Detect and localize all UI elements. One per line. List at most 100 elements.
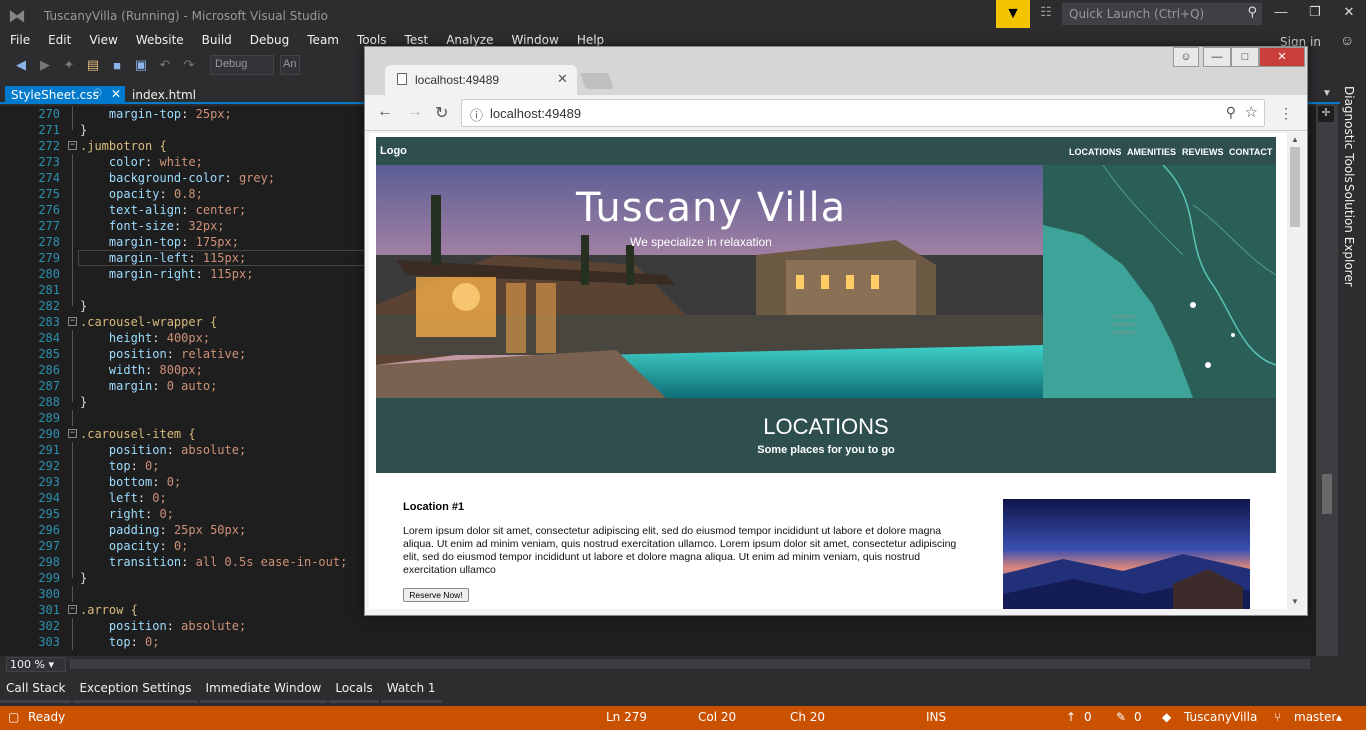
nav-link-reviews[interactable]: REVIEWS — [1182, 147, 1224, 157]
tab-overflow-icon[interactable]: ▼ — [1322, 88, 1332, 99]
collapse-icon[interactable]: − — [68, 317, 77, 326]
repository-icon[interactable]: ◆ — [1162, 710, 1171, 724]
menu-debug[interactable]: Debug — [240, 31, 297, 51]
pending-changes[interactable]: 0 — [1134, 710, 1142, 724]
editor-horizontal-scrollbar[interactable] — [70, 659, 1310, 669]
hero-subtitle: We specialize in relaxation — [630, 235, 772, 249]
page-icon — [397, 73, 407, 85]
nav-link-locations[interactable]: LOCATIONS — [1069, 147, 1121, 157]
status-project[interactable]: TuscanyVilla — [1184, 710, 1257, 724]
browser-menu-icon[interactable]: ⋮ — [1279, 105, 1293, 122]
line-number: 281 — [38, 283, 60, 297]
branch-icon[interactable]: ⑂ — [1274, 710, 1281, 724]
tab-watch-1[interactable]: Watch 1 — [380, 675, 442, 703]
navigate-forward-icon[interactable]: ▶ — [36, 57, 54, 73]
menu-build[interactable]: Build — [192, 31, 240, 51]
outline-guide — [72, 346, 73, 362]
editor-vertical-scrollbar[interactable] — [1316, 104, 1338, 656]
code-text: font-size: 32px; — [108, 219, 225, 233]
code-text: color: white; — [108, 155, 203, 169]
code-line[interactable]: 302 position: absolute; — [0, 618, 1338, 634]
new-tab-button[interactable] — [580, 73, 614, 89]
page-scrollbar-thumb[interactable] — [1290, 147, 1300, 227]
browser-maximize-button[interactable]: □ — [1231, 47, 1259, 67]
menu-team[interactable]: Team — [297, 31, 347, 51]
forward-icon[interactable]: → — [407, 103, 423, 121]
line-number: 270 — [38, 107, 60, 121]
browser-tab[interactable]: localhost:49489 ✕ — [385, 65, 577, 95]
info-icon[interactable]: ⓘ — [470, 105, 483, 124]
reload-icon[interactable]: ↻ — [435, 103, 448, 123]
collapse-icon[interactable]: − — [68, 429, 77, 438]
status-insert-mode: INS — [926, 710, 947, 724]
outline-guide — [72, 538, 73, 554]
menu-edit[interactable]: Edit — [38, 31, 79, 51]
page-scrollbar[interactable]: ▲ ▼ — [1287, 133, 1303, 609]
navigate-back-icon[interactable]: ◀ — [12, 57, 30, 73]
tab-immediate-window[interactable]: Immediate Window — [199, 675, 328, 703]
tab-stylesheet-css[interactable]: StyleSheet.css ☉ ✕ — [5, 86, 125, 104]
tab-diagnostic-tools[interactable]: Diagnostic Tools — [1342, 86, 1356, 183]
status-branch[interactable]: master — [1294, 710, 1336, 724]
scroll-up-icon[interactable]: ▲ — [1291, 135, 1299, 144]
back-icon[interactable]: ← — [377, 103, 393, 121]
undo-icon[interactable]: ↶ — [156, 57, 174, 73]
browser-minimize-button[interactable]: — — [1203, 47, 1231, 67]
quick-launch-input[interactable]: Quick Launch (Ctrl+Q) ⚲ — [1062, 3, 1262, 25]
save-icon[interactable]: ■ — [108, 58, 126, 73]
tab-exception-settings[interactable]: Exception Settings — [73, 675, 198, 703]
menu-view[interactable]: View — [79, 31, 125, 51]
split-editor-icon[interactable]: ✛ — [1318, 106, 1334, 122]
maximize-button[interactable]: ❐ — [1300, 4, 1330, 24]
outline-guide — [72, 282, 73, 298]
site-logo[interactable]: Logo — [380, 145, 407, 157]
address-bar[interactable]: ⓘ localhost:49489 ⚲ ☆ — [461, 99, 1265, 127]
outline-guide — [72, 298, 73, 306]
code-text: .jumbotron { — [80, 139, 167, 153]
close-button[interactable]: ✕ — [1334, 4, 1364, 24]
reserve-now-button[interactable]: Reserve Now! — [403, 588, 469, 602]
close-tab-icon[interactable]: ✕ — [557, 71, 568, 87]
close-tab-icon[interactable]: ✕ — [111, 87, 121, 101]
pencil-icon[interactable]: ✎ — [1116, 710, 1126, 724]
bookmark-star-icon[interactable]: ☆ — [1245, 103, 1258, 121]
pin-icon[interactable]: ☉ — [93, 88, 102, 99]
redo-icon[interactable]: ↷ — [180, 57, 198, 73]
feedback-icon[interactable]: ☷ — [1036, 4, 1056, 24]
tab-locals[interactable]: Locals — [329, 675, 379, 703]
line-number: 280 — [38, 267, 60, 281]
tab-solution-explorer[interactable]: Solution Explorer — [1342, 184, 1356, 287]
nav-link-contact[interactable]: CONTACT — [1229, 147, 1272, 157]
line-number: 272 — [38, 139, 60, 153]
scrollbar-thumb[interactable] — [1322, 474, 1332, 514]
map-panel[interactable] — [1043, 165, 1276, 398]
account-icon[interactable]: ☺ — [1340, 32, 1360, 52]
browser-window: localhost:49489 ✕ ☺ — □ ✕ ← → ↻ ⓘ localh… — [364, 46, 1308, 616]
nav-link-amenities[interactable]: AMENITIES — [1127, 147, 1176, 157]
open-file-icon[interactable]: ▤ — [84, 57, 102, 73]
tab-call-stack[interactable]: Call Stack — [0, 675, 72, 703]
new-project-icon[interactable]: ✦ — [60, 57, 78, 73]
outline-guide — [72, 122, 73, 130]
locations-section-header: LOCATIONS Some places for you to go — [376, 398, 1276, 473]
solution-platform-select[interactable]: An — [280, 55, 300, 75]
outline-guide — [72, 378, 73, 394]
collapse-icon[interactable]: − — [68, 141, 77, 150]
save-all-icon[interactable]: ▣ — [132, 57, 150, 73]
scroll-down-icon[interactable]: ▼ — [1291, 597, 1299, 606]
menu-file[interactable]: File — [0, 31, 38, 51]
solution-configuration-select[interactable]: Debug — [210, 55, 274, 75]
zoom-icon[interactable]: ⚲ — [1226, 104, 1236, 121]
code-line[interactable]: 303 top: 0; — [0, 634, 1338, 650]
collapse-icon[interactable]: − — [68, 605, 77, 614]
tab-index-html[interactable]: index.html — [126, 86, 202, 104]
branch-menu-icon[interactable]: ▴ — [1336, 710, 1342, 724]
minimize-button[interactable]: — — [1266, 4, 1296, 24]
zoom-select[interactable]: 100 % ▾ — [6, 657, 66, 672]
browser-close-button[interactable]: ✕ — [1259, 47, 1305, 67]
profile-icon[interactable]: ☺ — [1173, 47, 1199, 67]
menu-website[interactable]: Website — [126, 31, 192, 51]
notification-flag-icon[interactable]: ▼ — [996, 0, 1030, 28]
unpublished-commits[interactable]: 0 — [1084, 710, 1092, 724]
arrow-up-icon[interactable]: ↑ — [1066, 710, 1076, 724]
